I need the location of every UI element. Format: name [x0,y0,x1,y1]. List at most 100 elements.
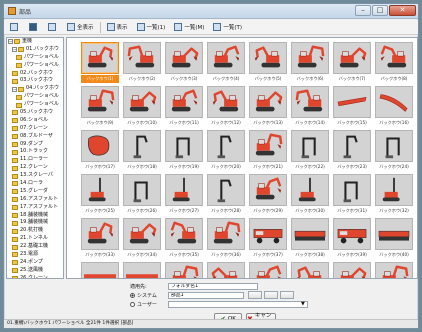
tree-item[interactable]: − 重機 [7,38,63,46]
thumbnail-panel[interactable]: バックホウ(1) バックホウ(2) バックホウ(3) バックホウ(4) バックホ… [66,37,418,279]
part-thumbnail[interactable]: バックホウ(22) [291,130,329,173]
tree-item[interactable]: 13.スクレーパ [7,172,63,180]
part-thumbnail[interactable]: バックホウ(23) [333,130,371,173]
category-tree[interactable]: − 重機 −01.バックホウ パワーショベル パワーショベル 02.バックホウ 03.バック… [6,37,64,279]
maximize-button[interactable]: □ [372,5,388,16]
list-t-button[interactable]: 一覧(T) [210,21,245,33]
tree-item[interactable]: − 04.バックホウ [7,85,63,93]
expand-toggle-icon[interactable]: − [12,86,17,92]
part-thumbnail[interactable]: バックホウ(5) [249,42,287,85]
part-thumbnail[interactable]: バックホウ(28) [207,174,245,217]
part-thumbnail[interactable]: バックホウ(35) [165,218,203,261]
tree-item[interactable]: 05.バックホウ [7,109,63,117]
part-thumbnail[interactable] [123,262,161,278]
part-thumbnail[interactable]: バックホウ(9) [81,86,119,129]
part-thumbnail[interactable]: バックホウ(7) [333,42,371,85]
part-thumbnail[interactable]: バックホウ(34) [123,218,161,261]
chevron-down-icon[interactable]: ▼ [301,301,305,307]
copy-button[interactable] [45,21,61,33]
tree-item[interactable]: 25.送風機 [7,267,63,275]
part-thumbnail[interactable]: バックホウ(26) [123,174,161,217]
part-thumbnail[interactable]: バックホウ(30) [291,174,329,217]
system-radio[interactable]: システム [130,292,157,299]
minimize-button[interactable]: – [355,5,371,16]
part-thumbnail[interactable]: バックホウ(31) [333,174,371,217]
tree-item[interactable]: パワーショベル [7,101,63,109]
part-thumbnail[interactable] [375,262,413,278]
part-thumbnail[interactable]: バックホウ(14) [291,86,329,129]
browse-button-2[interactable] [264,291,278,299]
part-thumbnail[interactable]: バックホウ(8) [375,42,413,85]
tree-item[interactable]: パワーショベル [7,93,63,101]
part-thumbnail[interactable]: バックホウ(33) [81,218,119,261]
part-thumbnail[interactable] [291,262,329,278]
tree-item[interactable]: 16.アスファルト [7,196,63,204]
part-thumbnail[interactable]: バックホウ(17) [81,130,119,173]
part-thumbnail[interactable] [165,262,203,278]
title-bar[interactable]: 部品 – □ ✕ [4,4,418,19]
part-thumbnail[interactable]: バックホウ(3) [165,42,203,85]
part-thumbnail[interactable] [333,262,371,278]
part-thumbnail[interactable]: バックホウ(13) [249,86,287,129]
tree-item[interactable]: 09.ダンプ [7,141,63,149]
part-thumbnail[interactable] [207,262,245,278]
expand-toggle-icon[interactable]: − [8,39,13,45]
file-field[interactable]: 部品1 [168,292,244,299]
part-thumbnail[interactable]: バックホウ(27) [165,174,203,217]
part-thumbnail[interactable]: バックホウ(18) [123,130,161,173]
tree-item[interactable]: 10.トラック [7,148,63,156]
tree-item[interactable]: − 01.バックホウ [7,46,63,54]
tree-item[interactable]: 07.クレーン [7,125,63,133]
part-thumbnail[interactable]: バックホウ(29) [249,174,287,217]
part-thumbnail[interactable]: バックホウ(36) [207,218,245,261]
tree-item[interactable]: 26.クレーン [7,275,63,278]
folder-field[interactable]: フォルダ名1 [168,283,258,290]
part-thumbnail[interactable]: バックホウ(11) [165,86,203,129]
view-button[interactable]: 表示 [104,21,131,33]
tree-item[interactable]: 06.ショベル [7,117,63,125]
tree-item[interactable]: 21.トンネル [7,235,63,243]
browse-button-3[interactable] [280,291,294,299]
part-thumbnail[interactable]: バックホウ(39) [333,218,371,261]
part-thumbnail[interactable]: バックホウ(25) [81,174,119,217]
part-thumbnail[interactable]: バックホウ(10) [123,86,161,129]
part-thumbnail[interactable]: バックホウ(16) [375,86,413,129]
part-thumbnail[interactable]: バックホウ(2) [123,42,161,85]
part-thumbnail[interactable]: バックホウ(40) [375,218,413,261]
tree-item[interactable]: パワーショベル [7,54,63,62]
delete-button[interactable] [26,21,42,33]
part-thumbnail[interactable]: バックホウ(19) [165,130,203,173]
part-thumbnail[interactable]: バックホウ(4) [207,42,245,85]
part-thumbnail[interactable]: バックホウ(21) [249,130,287,173]
part-thumbnail[interactable]: バックホウ(15) [333,86,371,129]
part-thumbnail[interactable]: バックホウ(38) [291,218,329,261]
part-thumbnail[interactable] [249,262,287,278]
list-m-button[interactable]: 一覧(M) [171,21,207,33]
tree-item[interactable]: パワーショベル [7,62,63,70]
tree-item[interactable]: 17.アスファルト [7,204,63,212]
user-radio[interactable]: ユーザー [130,301,157,308]
tree-item[interactable]: 08.ブルドーザ [7,133,63,141]
browse-button-1[interactable] [248,291,262,299]
part-thumbnail[interactable]: バックホウ(20) [207,130,245,173]
tree-item[interactable]: 12.クレーン [7,164,63,172]
close-button[interactable]: ✕ [389,5,416,16]
user-path-select[interactable] [168,301,308,308]
tree-item[interactable]: 11.ローラー [7,156,63,164]
tree-item[interactable]: 14.ローラ [7,180,63,188]
part-thumbnail[interactable] [81,262,119,278]
part-thumbnail[interactable]: バックホウ(32) [375,174,413,217]
show-all-button[interactable]: 全表示 [64,21,97,33]
part-thumbnail[interactable]: バックホウ(1) [81,42,119,85]
tree-item[interactable]: 15.グレーダ [7,188,63,196]
part-thumbnail[interactable]: バックホウ(12) [207,86,245,129]
expand-toggle-icon[interactable]: − [12,47,17,53]
tree-item[interactable]: 23.電源 [7,251,63,259]
tree-item[interactable]: 22.基礎工機 [7,243,63,251]
tree-item[interactable]: 24.ポンプ [7,259,63,267]
list-1-button[interactable]: 一覧(1) [134,21,169,33]
open-button[interactable] [7,21,23,33]
tree-item[interactable]: 20.杭打機 [7,227,63,235]
part-thumbnail[interactable]: バックホウ(24) [375,130,413,173]
part-thumbnail[interactable]: バックホウ(37) [249,218,287,261]
